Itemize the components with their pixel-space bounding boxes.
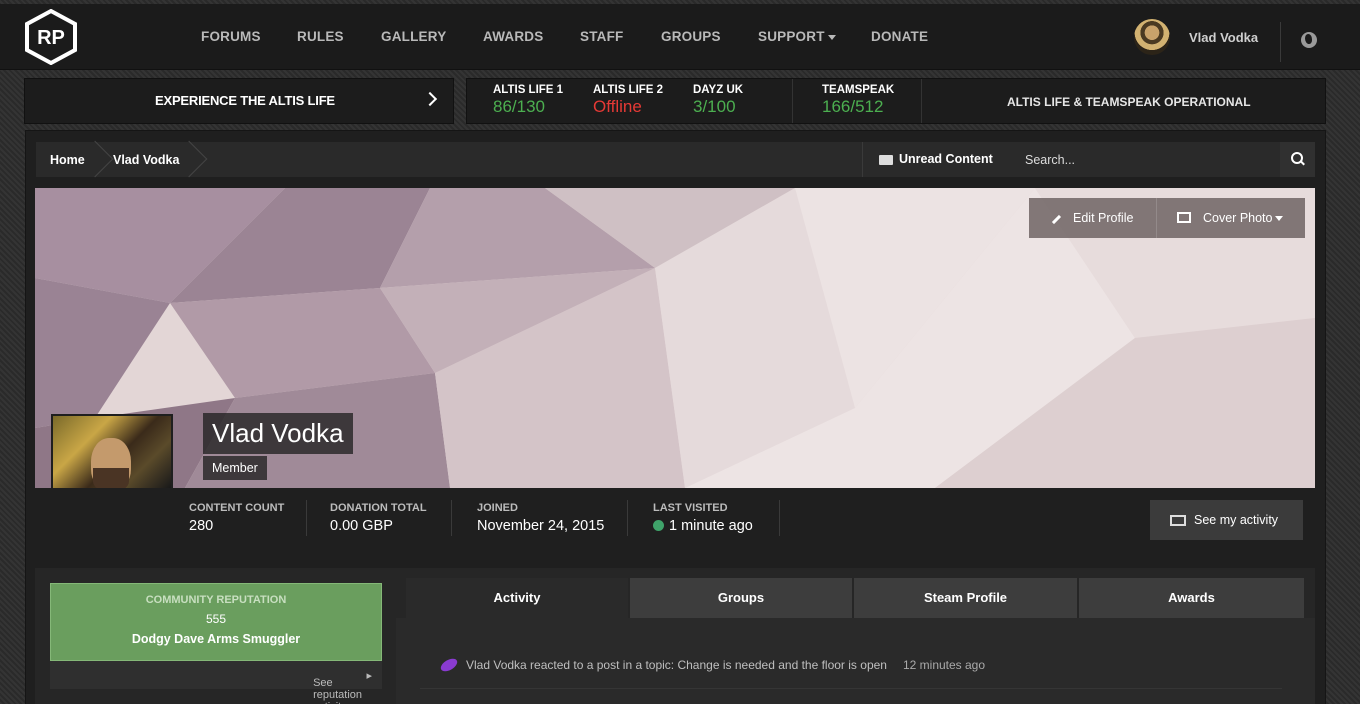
caret-down-icon (827, 34, 836, 40)
stat-content-count: CONTENT COUNT 280 (189, 502, 284, 534)
nav-groups[interactable]: GROUPS (661, 29, 721, 44)
site-logo[interactable]: RP (24, 9, 78, 65)
breadcrumb-separator (76, 140, 114, 178)
nav-donate[interactable]: DONATE (871, 29, 928, 44)
search-input[interactable]: Search... (1014, 142, 1280, 177)
tab-awards[interactable]: Awards (1079, 578, 1304, 618)
see-activity-label: See my activity (1194, 513, 1279, 527)
stat-label: CONTENT COUNT (189, 502, 285, 514)
unread-content-button[interactable]: Unread Content (862, 142, 1002, 177)
folder-open-icon (879, 155, 893, 165)
server-count: 166/512 (822, 97, 884, 116)
tab-steam-profile[interactable]: Steam Profile (854, 578, 1077, 618)
divider (627, 500, 628, 536)
stat-value: 280 (189, 518, 214, 534)
stat-label: JOINED (477, 502, 518, 514)
experience-label: EXPERIENCE THE ALTIS LIFE (155, 93, 335, 108)
server-altis-life-1[interactable]: ALTIS LIFE 1 86/130 (493, 84, 563, 117)
breadcrumb-separator (170, 140, 208, 178)
pencil-icon (1046, 209, 1062, 225)
see-activity-button[interactable]: See my activity (1150, 500, 1303, 540)
reputation-value: 555 (205, 612, 227, 626)
activity-text[interactable]: Vlad Vodka reacted to a post in a topic:… (466, 658, 887, 672)
reputation-activity-link[interactable]: See reputation activity ▸ (313, 669, 372, 704)
profile-stats: CONTENT COUNT 280 DONATION TOTAL 0.00 GB… (35, 488, 1315, 553)
reputation-activity-label: See reputation activity (313, 677, 363, 704)
nav-support-label: SUPPORT (758, 29, 825, 44)
divider (792, 79, 793, 123)
nav-gallery[interactable]: GALLERY (381, 29, 446, 44)
newspaper-icon (1170, 515, 1186, 526)
cover-photo-button[interactable]: Cover Photo (1156, 198, 1305, 238)
tab-activity[interactable]: Activity (406, 578, 628, 618)
cover-photo-menu: Cover Photo (1203, 211, 1284, 225)
reputation-footer: See reputation activity ▸ (50, 661, 382, 704)
edit-profile-button[interactable]: Edit Profile (1029, 198, 1156, 238)
user-menu[interactable]: Vlad Vodka (1134, 19, 1258, 55)
reputation-title: Dodgy Dave Arms Smuggler (131, 632, 301, 646)
reputation-box: COMMUNITY REPUTATION 555 Dodgy Dave Arms… (50, 583, 382, 661)
experience-banner[interactable]: EXPERIENCE THE ALTIS LIFE (24, 78, 454, 124)
nav-awards[interactable]: AWARDS (483, 29, 543, 44)
tab-groups[interactable]: Groups (630, 578, 852, 618)
globe-icon[interactable] (1301, 32, 1317, 48)
search-placeholder: Search... (1025, 153, 1076, 167)
server-name: DAYZ UK (693, 84, 744, 96)
profile-rank: Member (203, 456, 267, 480)
reputation-label: COMMUNITY REPUTATION (145, 594, 287, 606)
server-count: Offline (593, 97, 642, 116)
server-name: TEAMSPEAK (822, 84, 895, 96)
stat-last-visited: LAST VISITED 1 minute ago (653, 502, 753, 534)
stat-value-row: 1 minute ago (653, 518, 753, 534)
eggplant-icon (438, 656, 460, 674)
stat-joined: JOINED November 24, 2015 (477, 502, 604, 534)
nav-support[interactable]: SUPPORT (758, 29, 836, 44)
server-name: ALTIS LIFE 2 (593, 84, 664, 96)
nav-staff[interactable]: STAFF (580, 29, 624, 44)
unread-content-label: Unread Content (899, 152, 993, 166)
activity-time: 12 minutes ago (902, 658, 986, 672)
image-icon (1177, 212, 1191, 223)
search-icon[interactable] (1280, 142, 1315, 177)
stat-value: 1 minute ago (669, 518, 753, 534)
nav-forums[interactable]: FORUMS (201, 29, 261, 44)
status-text: ALTIS LIFE & TEAMSPEAK OPERATIONAL (1007, 95, 1251, 109)
server-dayz-uk[interactable]: DAYZ UK 3/100 (693, 84, 743, 117)
stat-label: LAST VISITED (653, 502, 728, 514)
nav-rules[interactable]: RULES (297, 29, 344, 44)
top-navbar: RP FORUMS RULES GALLERY AWARDS STAFF GRO… (0, 4, 1360, 70)
server-count: 86/130 (493, 97, 545, 116)
server-name: ALTIS LIFE 1 (493, 84, 564, 96)
profile-tabs: Activity Groups Steam Profile Awards (406, 578, 1304, 618)
user-avatar[interactable] (1134, 19, 1170, 55)
breadcrumb-profile[interactable]: Vlad Vodka (113, 153, 179, 167)
svg-text:RP: RP (37, 27, 65, 49)
server-teamspeak[interactable]: TEAMSPEAK 166/512 (822, 84, 894, 117)
divider (451, 500, 452, 536)
stat-donation-total: DONATION TOTAL 0.00 GBP (330, 502, 427, 534)
caret-down-icon (1275, 216, 1284, 222)
stat-label: DONATION TOTAL (330, 502, 427, 514)
divider (1280, 22, 1281, 62)
profile-name-text: Vlad Vodka (212, 418, 344, 448)
user-name[interactable]: Vlad Vodka (1189, 30, 1258, 45)
divider (921, 79, 922, 123)
divider (420, 688, 1282, 689)
divider (306, 500, 307, 536)
server-count: 3/100 (693, 97, 736, 116)
cover-photo-label: Cover Photo (1203, 211, 1273, 225)
stat-value: November 24, 2015 (477, 518, 605, 534)
edit-profile-label: Edit Profile (1073, 211, 1134, 225)
profile-name: Vlad Vodka (203, 413, 353, 454)
stat-value: 0.00 GBP (330, 518, 393, 534)
server-status-bar: ALTIS LIFE 1 86/130 ALTIS LIFE 2 Offline… (466, 78, 1326, 124)
online-status-icon (653, 520, 664, 531)
divider (779, 500, 780, 536)
activity-item[interactable]: Vlad Vodka reacted to a post in a topic:… (438, 656, 986, 674)
server-altis-life-2[interactable]: ALTIS LIFE 2 Offline (593, 84, 663, 117)
chevron-right-icon (422, 91, 438, 107)
